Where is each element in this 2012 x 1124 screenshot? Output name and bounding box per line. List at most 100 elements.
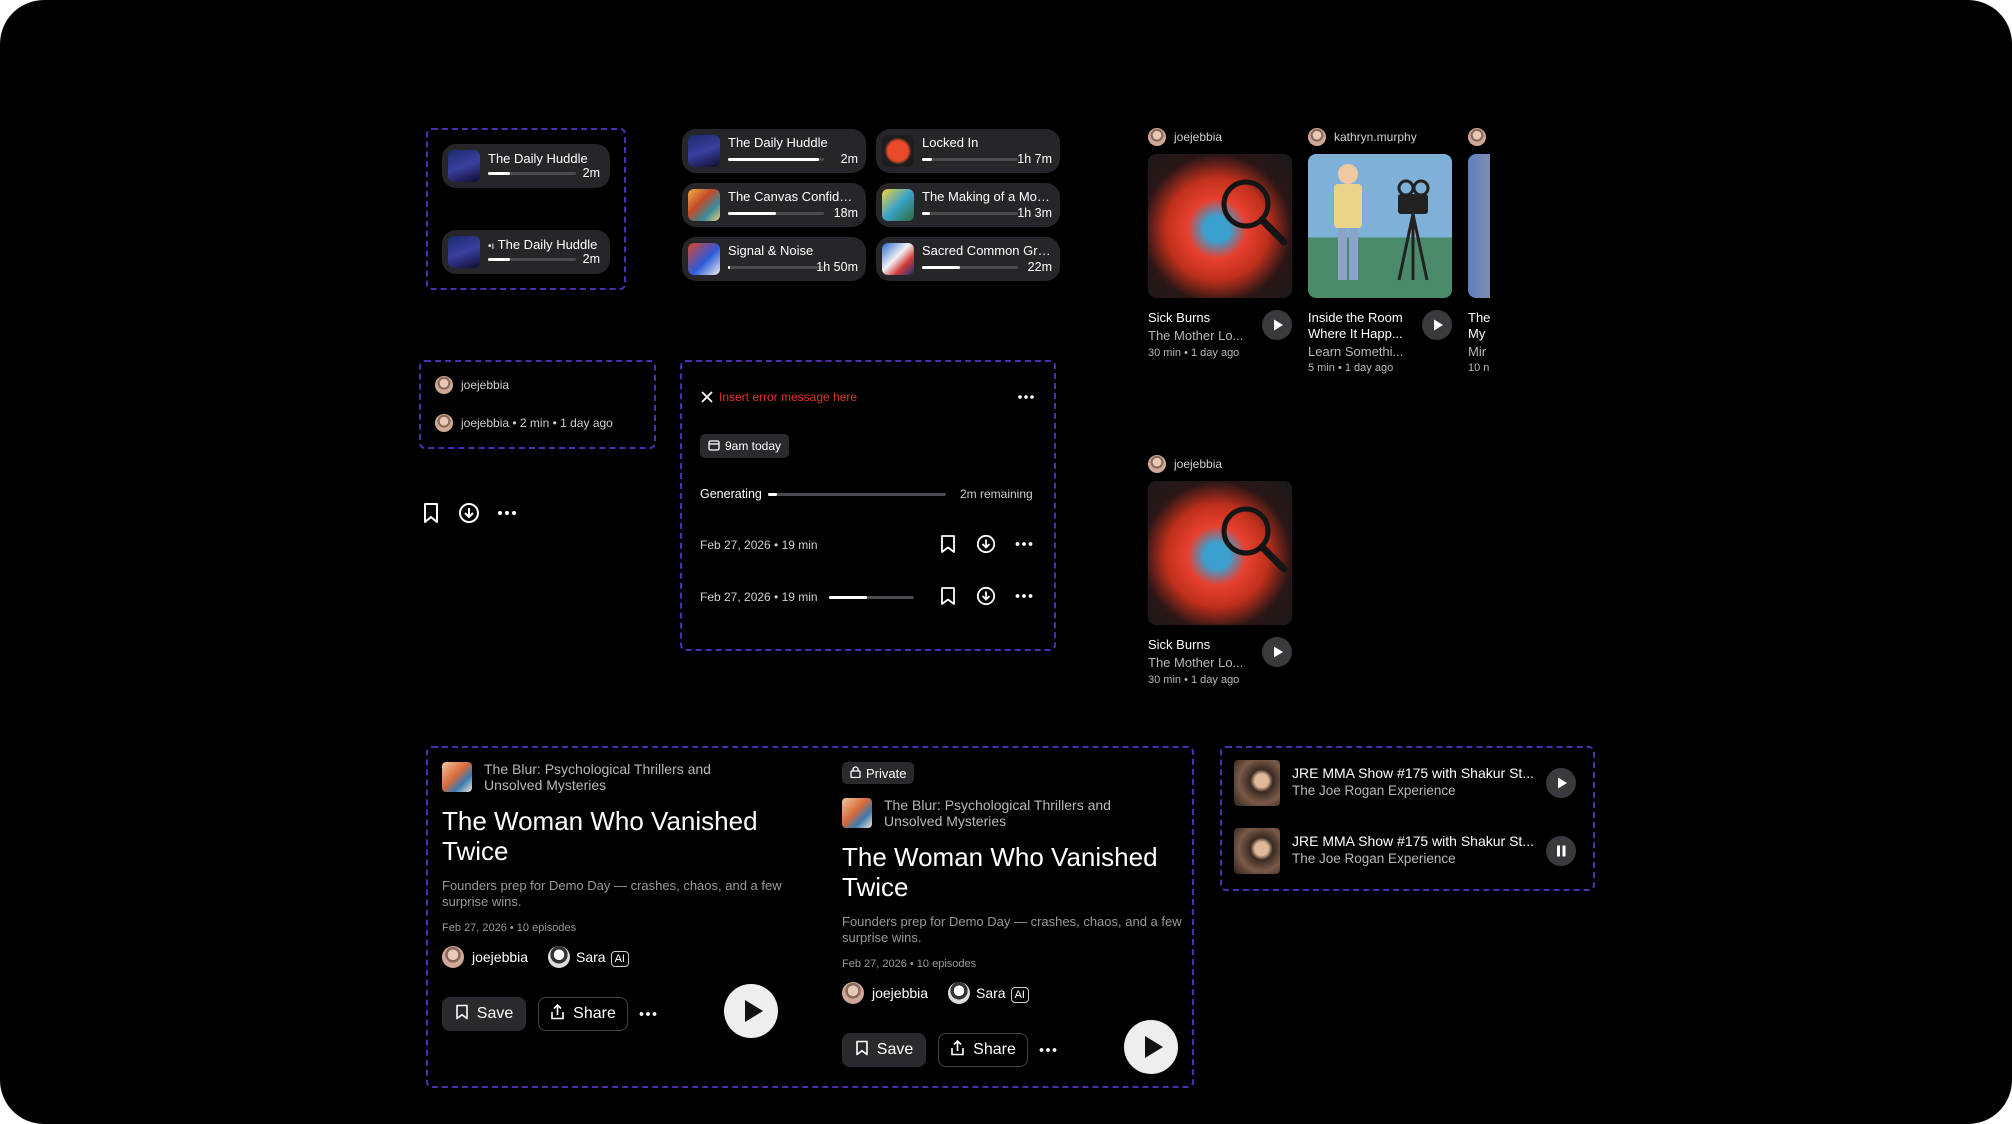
- schedule-chip[interactable]: 9am today: [700, 434, 790, 458]
- grid-player[interactable]: The Making of a Mons... 1h 3m: [876, 183, 1060, 227]
- episode-row[interactable]: JRE MMA Show #175 with Shakur St... The J…: [1234, 828, 1584, 876]
- grid-player[interactable]: The Daily Huddle 2m: [682, 129, 866, 173]
- tile-meta: 10 n: [1468, 362, 1490, 374]
- tile-title: Sick Burns: [1148, 637, 1211, 652]
- progress-bar[interactable]: [488, 172, 576, 175]
- progress-bar[interactable]: [922, 212, 1018, 215]
- playback-progress[interactable]: [829, 596, 914, 599]
- mini-player[interactable]: •ı The Daily Huddle 2m: [442, 230, 610, 274]
- bookmark-icon[interactable]: [939, 534, 957, 554]
- play-button[interactable]: [1262, 637, 1292, 667]
- show-name: The Joe Rogan Experience: [1292, 783, 1456, 798]
- episode-tile[interactable]: joejebbia Sick Burns The Mother Lo... 30 mi…: [1148, 128, 1298, 368]
- episode-description: Founders prep for Demo Day — crashes, ch…: [842, 914, 1182, 945]
- lock-icon: [850, 765, 861, 781]
- more-icon[interactable]: [1016, 388, 1036, 406]
- host-name[interactable]: joejebbia: [472, 949, 528, 965]
- play-button[interactable]: [1262, 310, 1292, 340]
- avatar: [1148, 455, 1166, 473]
- pause-button[interactable]: [1546, 836, 1576, 866]
- host-name[interactable]: joejebbia: [872, 985, 928, 1001]
- share-icon: [550, 1003, 565, 1025]
- remaining-time: 2m remaining: [960, 487, 1033, 501]
- bookmark-icon[interactable]: [939, 586, 957, 606]
- cohost[interactable]: Sara AI: [576, 949, 629, 967]
- play-button[interactable]: [1422, 310, 1452, 340]
- cover-art: [882, 189, 914, 221]
- duration: 2m: [582, 166, 600, 180]
- play-button[interactable]: [1124, 1020, 1178, 1074]
- tile-meta: 30 min • 1 day ago: [1148, 347, 1240, 359]
- play-button[interactable]: [724, 984, 778, 1038]
- avatar: [442, 946, 464, 968]
- episode-tile[interactable]: kathryn.murphy Inside the Room Where It H…: [1308, 128, 1458, 380]
- progress-bar[interactable]: [728, 158, 824, 161]
- tile-meta: 5 min • 1 day ago: [1308, 362, 1394, 374]
- download-icon[interactable]: [458, 502, 480, 524]
- author-meta: joejebbia • 2 min • 1 day ago: [461, 416, 613, 430]
- show-name[interactable]: The Blur: Psychological Thrillers and Un…: [484, 761, 764, 793]
- show-name[interactable]: The Blur: Psychological Thrillers and Un…: [884, 797, 1164, 829]
- progress-fill: [922, 266, 961, 269]
- download-icon[interactable]: [976, 534, 996, 554]
- grid-player[interactable]: The Canvas Confidenti... 18m: [682, 183, 866, 227]
- progress-fill: [922, 158, 932, 161]
- bookmark-icon: [455, 1004, 469, 1025]
- hero-card: The Blur: Psychological Thrillers and Un…: [442, 761, 812, 1052]
- hero-card: Private The Blur: Psychological Thrillers…: [842, 762, 1212, 1074]
- progress-fill: [922, 212, 930, 215]
- duration: 2m: [840, 152, 858, 166]
- episode-cover: [1234, 828, 1280, 874]
- more-icon[interactable]: [496, 502, 518, 524]
- save-button[interactable]: Save: [842, 1033, 926, 1067]
- tile-user[interactable]: joejebbia: [1174, 130, 1222, 144]
- play-button[interactable]: [1546, 768, 1576, 798]
- cohost[interactable]: Sara AI: [976, 985, 1029, 1003]
- episode-meta: Feb 27, 2026 • 19 min: [700, 590, 818, 604]
- show-cover: [442, 762, 472, 792]
- grid-player-title: Locked In: [922, 135, 979, 150]
- progress-bar[interactable]: [728, 212, 824, 215]
- show-cover: [842, 798, 872, 828]
- tile-user[interactable]: joejebbia: [1174, 457, 1222, 471]
- tile-artwork: [1148, 481, 1292, 625]
- private-label: Private: [866, 765, 907, 781]
- tile-artwork: [1148, 154, 1292, 298]
- avatar: [842, 982, 864, 1004]
- close-icon[interactable]: [700, 390, 714, 404]
- share-button[interactable]: Share: [538, 997, 628, 1031]
- episode-tile[interactable]: joejebbia Sick Burns The Mother Lo... 30 mi…: [1148, 455, 1298, 695]
- author-name[interactable]: joejebbia: [461, 378, 509, 392]
- episode-tile-clipped[interactable]: The My Mir 10 n: [1468, 128, 1490, 380]
- grid-player[interactable]: Locked In 1h 7m: [876, 129, 1060, 173]
- progress-fill: [728, 266, 730, 269]
- more-icon[interactable]: [1014, 586, 1034, 606]
- more-icon[interactable]: [1038, 1040, 1058, 1060]
- grid-player-title: Sacred Common Grou...: [922, 243, 1052, 258]
- progress-fill: [768, 493, 777, 496]
- share-button[interactable]: Share: [938, 1033, 1028, 1067]
- ai-badge: AI: [610, 951, 629, 967]
- bookmark-icon[interactable]: [421, 502, 441, 524]
- show-name: The Joe Rogan Experience: [1292, 851, 1456, 866]
- progress-bar[interactable]: [728, 266, 824, 269]
- more-icon[interactable]: [1014, 534, 1034, 554]
- download-icon[interactable]: [976, 586, 996, 606]
- bookmark-icon: [855, 1040, 869, 1061]
- progress-fill: [728, 158, 820, 161]
- grid-player[interactable]: Sacred Common Grou... 22m: [876, 237, 1060, 281]
- error-message: Insert error message here: [719, 390, 858, 404]
- progress-bar[interactable]: [922, 158, 1018, 161]
- grid-player[interactable]: Signal & Noise 1h 50m: [682, 237, 866, 281]
- episode-row[interactable]: JRE MMA Show #175 with Shakur St... The J…: [1234, 760, 1584, 808]
- cover-art: [448, 150, 480, 182]
- progress-bar[interactable]: [922, 266, 1018, 269]
- tile-user[interactable]: kathryn.murphy: [1334, 130, 1417, 144]
- mini-player[interactable]: The Daily Huddle 2m: [442, 144, 610, 188]
- avatar: [1308, 128, 1326, 146]
- progress-bar[interactable]: [488, 258, 576, 261]
- more-icon[interactable]: [638, 1004, 658, 1024]
- save-button[interactable]: Save: [442, 997, 526, 1031]
- progress-fill: [728, 212, 776, 215]
- tile-show: Learn Somethi...: [1308, 344, 1404, 359]
